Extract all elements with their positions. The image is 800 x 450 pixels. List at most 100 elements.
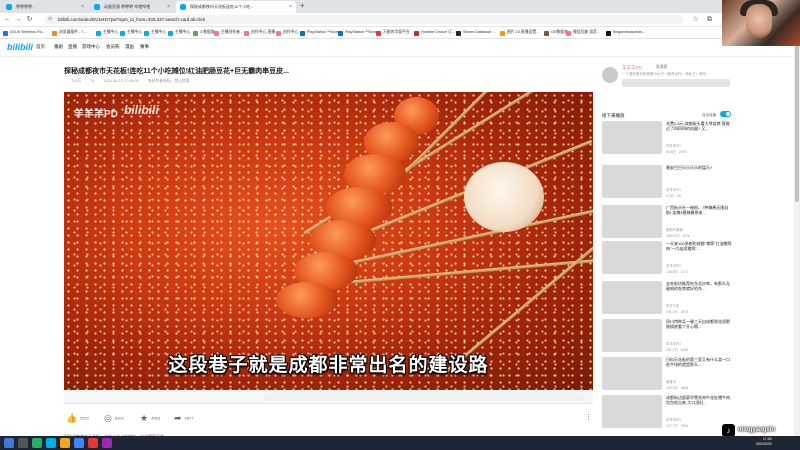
bookmark-item[interactable]: PlayStation™Store... xyxy=(338,27,380,38)
video-thumbnail[interactable] xyxy=(602,241,662,274)
recommended-video[interactable]: 一天来100多趟的成都"猪蹄"红油猪蹄肉"一口连续猪蹄"... 羊羊羊PD 138.… xyxy=(602,241,732,277)
nav-anime[interactable]: 番剧 xyxy=(54,44,63,50)
browser-tab-3-active[interactable]: 探秘成都夜市天花板连吃11个小吃... × xyxy=(176,1,296,13)
bookmark-item[interactable]: 主播中心 xyxy=(96,27,118,38)
scrollbar-thumb[interactable] xyxy=(795,42,799,202)
publish-date: 2024-08-19 17:00:00 xyxy=(103,79,139,83)
back-icon[interactable]: ← xyxy=(2,14,13,25)
bookmark-item[interactable]: 主播中心 xyxy=(168,27,190,38)
nav-membership[interactable]: 会员购 xyxy=(106,44,120,50)
bookmark-icon xyxy=(193,30,198,36)
bookmark-icon xyxy=(3,30,8,36)
browser-tab-2[interactable]: 动画资源 咿咿咿 哔哩哔哩 × xyxy=(90,1,174,13)
app-icon[interactable] xyxy=(46,438,56,448)
video-thumbnail[interactable] xyxy=(602,165,662,198)
bookmark-item[interactable]: thegamesawards... xyxy=(606,27,645,38)
video-meta: 3.6万 74 2024-08-19 17:00:00 未经作者授权，禁止转载 xyxy=(72,79,198,84)
view-count: 3.6万 xyxy=(72,79,82,83)
nav-game-center[interactable]: 游戏中心 xyxy=(82,44,100,50)
bookmark-star-icon[interactable]: ☆ xyxy=(690,14,701,25)
bookmark-item[interactable]: 主播中心 xyxy=(144,27,166,38)
video-subtitle: 这段巷子就是成都非常出名的建设路 xyxy=(168,355,489,376)
bookmark-item[interactable]: ASUS Wireless Ro... xyxy=(3,27,45,38)
danmaku-bar xyxy=(64,391,593,404)
recommended-video[interactable]: 成都街边超豪华雪花肉牛花肚猪牛肉包包吃出来-大口凌肚... 羊羊羊PD 137.7万… xyxy=(602,395,732,431)
bookmark-item[interactable]: GE数据查 xyxy=(544,27,568,38)
bookmark-item[interactable]: 主播创作者... xyxy=(214,27,243,38)
coin-button[interactable]: ◎ 8102 xyxy=(104,413,124,424)
bookmark-icon xyxy=(300,30,305,36)
bookmark-item[interactable]: 微信回复 语音... xyxy=(566,27,600,38)
browser-tab-1[interactable]: 咿咿咿咿 - × xyxy=(2,1,88,13)
thumb-up-icon: 👍 xyxy=(66,413,78,423)
taskbar xyxy=(0,436,800,450)
close-tab-icon[interactable]: × xyxy=(289,1,292,13)
bookmark-item[interactable]: 主播中心 xyxy=(120,27,142,38)
video-thumbnail[interactable] xyxy=(602,395,662,428)
bookmark-item[interactable]: 3.数据查 xyxy=(193,27,215,38)
copyright-notice: 未经作者授权，禁止转载 xyxy=(147,79,190,83)
favorite-button[interactable]: ★ 4563 xyxy=(140,413,160,424)
bookmark-icon xyxy=(244,30,249,36)
app-icon[interactable] xyxy=(88,438,98,448)
bookmark-icon xyxy=(96,30,101,36)
like-button[interactable]: 👍 5372 xyxy=(66,413,89,424)
folder-icon[interactable] xyxy=(60,438,70,448)
forward-icon[interactable]: → xyxy=(13,14,24,25)
autoplay-label: 自动连播 xyxy=(702,113,716,117)
video-thumbnail[interactable] xyxy=(602,357,662,390)
recommended-video[interactable]: 四川特种兵一餐三天自成都到花卤肥肠锅底看个开心哦... 羊羊羊PD 251.1万 6… xyxy=(602,319,732,355)
recommended-video[interactable]: 日料天花板的第三家又有什么卖一口吃牛排的就是那么... 美食羊 149.9万 480… xyxy=(602,357,732,393)
nav-home[interactable]: 首页 xyxy=(36,44,45,50)
reload-icon[interactable]: ↻ xyxy=(24,14,35,25)
bookmark-item[interactable]: Humble Choice 订... xyxy=(414,27,455,38)
danmaku-input[interactable] xyxy=(264,393,584,401)
wechat-icon[interactable] xyxy=(32,438,42,448)
bookmark-icon xyxy=(456,30,461,36)
recommended-video[interactable]: 花费2.8元,成都街头看大爷烧烤,竟能过了四四四的机器? 又... 羊羊羊PD 80… xyxy=(602,121,732,157)
nav-esports[interactable]: 赛事 xyxy=(140,44,149,50)
bookmark-icon xyxy=(144,30,149,36)
bookmark-item[interactable]: 图片.10.直播设置... xyxy=(500,27,539,38)
bookmark-item[interactable]: Steam Database ... xyxy=(456,27,496,38)
more-options-icon[interactable]: ⋮ xyxy=(585,413,592,421)
start-icon[interactable] xyxy=(4,438,14,448)
bookmark-item[interactable]: 创作中心-直播... xyxy=(244,27,278,38)
video-thumbnail[interactable] xyxy=(602,205,662,238)
bookmark-item[interactable]: 万能的字幕平台 xyxy=(376,27,410,38)
up-bio: 一个爱吃爱玩的成都小伙子（商务合作，请私了）商务... xyxy=(622,72,709,76)
video-thumbnail[interactable] xyxy=(602,319,662,352)
bilibili-logo[interactable]: bilibili xyxy=(7,42,33,52)
send-message-link[interactable]: 发消息 xyxy=(656,65,667,70)
recommended-video[interactable]: 广西街头社一碗粉，7种辣酱无限自助! 连辣3根辣酱原来... 美拍可美美 1800.… xyxy=(602,205,732,241)
nav-live[interactable]: 直播 xyxy=(68,44,77,50)
coin-icon: ◎ xyxy=(104,413,112,423)
bookmark-item[interactable]: 创作中心 xyxy=(276,27,298,38)
video-thumbnail[interactable] xyxy=(602,281,662,314)
follow-button[interactable] xyxy=(622,79,730,87)
bookmark-icon xyxy=(52,30,57,36)
autoplay-toggle[interactable] xyxy=(720,111,731,117)
address-bar-row: ← → ↻ ⊙ bilibili.com/video/BV1eHz7pw?spm… xyxy=(0,13,800,27)
close-tab-icon[interactable]: × xyxy=(167,1,170,13)
extensions-icon[interactable]: ⧉ xyxy=(704,14,715,25)
recommended-video[interactable]: 雅安巴巴乐乐乐乐的猛乐? 羊羊羊PD 3.0万 25 xyxy=(602,165,732,201)
nav-manga[interactable]: 漫画 xyxy=(125,44,134,50)
close-tab-icon[interactable]: × xyxy=(81,1,84,13)
share-button[interactable]: ➦ 4577 xyxy=(174,413,193,424)
bilibili-favicon-icon xyxy=(94,4,100,10)
chrome-icon[interactable] xyxy=(74,438,84,448)
app-icon[interactable] xyxy=(102,438,112,448)
recommended-video[interactable]: 去吃街坊推荐的东北炒串，有那么无敌肉的吃串就好的东... 吃货飞天 761.1万 2… xyxy=(602,281,732,317)
new-tab-icon[interactable]: + xyxy=(300,1,305,10)
avatar[interactable] xyxy=(602,67,618,83)
site-info-icon[interactable]: ⊙ xyxy=(48,15,52,24)
up-name[interactable]: 羊羊羊PD xyxy=(622,65,642,71)
video-thumbnail[interactable] xyxy=(602,121,662,154)
video-player[interactable]: 羊羊羊PD bilibili 这段巷子就是成都非常出名的建设路 xyxy=(64,92,593,390)
bookmark-item[interactable]: 浏览器插件 - 7... xyxy=(52,27,87,38)
bookmark-item[interactable]: PlayStation™Store... xyxy=(300,27,342,38)
url-input[interactable]: ⊙ bilibili.com/video/BV1eHz7pw?spm_id_fr… xyxy=(44,15,684,24)
system-tray-clock[interactable]: 17:45 2024/9/29 xyxy=(756,437,772,447)
search-icon[interactable] xyxy=(18,438,28,448)
